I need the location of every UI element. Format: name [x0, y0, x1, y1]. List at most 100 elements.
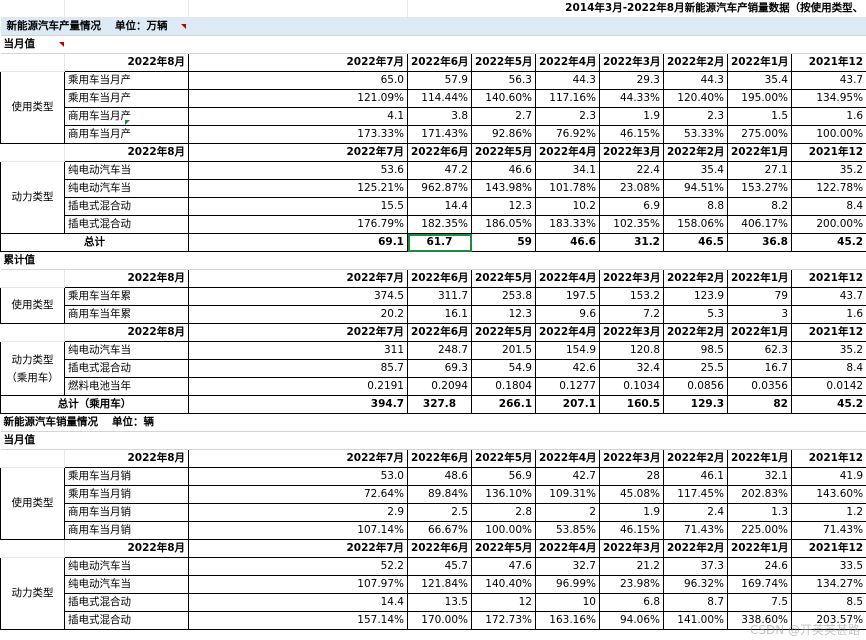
value-cell[interactable]: 96.32%: [663, 575, 728, 594]
column-header[interactable]: 2022年8月: [64, 269, 189, 288]
value-cell[interactable]: 176.79%: [188, 215, 408, 234]
value-cell[interactable]: 56.3: [471, 71, 536, 90]
value-cell[interactable]: 62.3: [727, 341, 792, 360]
value-cell[interactable]: 32.7: [535, 557, 600, 576]
column-header[interactable]: 2022年2月: [663, 53, 728, 72]
value-cell[interactable]: 2: [535, 503, 600, 522]
value-cell[interactable]: 143.60%: [790, 485, 866, 504]
value-cell[interactable]: 1.9: [599, 503, 664, 522]
value-cell[interactable]: 0.2094: [407, 377, 472, 396]
value-cell[interactable]: 143.98%: [471, 179, 536, 198]
value-cell[interactable]: 117.45%: [663, 485, 728, 504]
value-cell[interactable]: 406.17%: [727, 215, 792, 234]
value-cell[interactable]: 253.8: [471, 287, 536, 306]
value-cell[interactable]: 14.4: [188, 593, 408, 612]
column-header[interactable]: 2021年12: [790, 269, 866, 288]
value-cell[interactable]: 172.73%: [471, 611, 536, 630]
total-value[interactable]: 394.7: [188, 395, 408, 414]
column-header[interactable]: 2022年5月: [471, 53, 536, 72]
value-cell[interactable]: 195.00%: [727, 89, 792, 108]
value-cell[interactable]: 15.5: [188, 197, 408, 216]
total-value[interactable]: 160.5: [599, 395, 664, 414]
value-cell[interactable]: 89.84%: [407, 485, 472, 504]
total-value[interactable]: 61.7: [407, 233, 472, 252]
value-cell[interactable]: 1.2: [790, 503, 866, 522]
value-cell[interactable]: 32.4: [599, 359, 664, 378]
column-header[interactable]: 2022年6月: [407, 143, 472, 162]
row-label[interactable]: 纯电动汽车当: [64, 179, 189, 198]
column-header[interactable]: 2022年8月: [64, 323, 189, 342]
row-label[interactable]: 插电式混合动: [64, 593, 189, 612]
column-header[interactable]: 2022年6月: [407, 323, 472, 342]
value-cell[interactable]: 14.4: [407, 197, 472, 216]
value-cell[interactable]: 12.3: [471, 197, 536, 216]
value-cell[interactable]: 311: [188, 341, 408, 360]
value-cell[interactable]: 121.09%: [188, 89, 408, 108]
value-cell[interactable]: 16.1: [407, 305, 472, 324]
value-cell[interactable]: 120.40%: [663, 89, 728, 108]
column-header[interactable]: 2022年1月: [727, 449, 792, 468]
row-label[interactable]: 乘用车当月产: [64, 89, 189, 108]
value-cell[interactable]: 1.3: [727, 503, 792, 522]
value-cell[interactable]: 46.1: [663, 467, 728, 486]
column-header[interactable]: 2022年1月: [727, 269, 792, 288]
value-cell[interactable]: 2.4: [663, 503, 728, 522]
value-cell[interactable]: 32.1: [727, 467, 792, 486]
value-cell[interactable]: 12.3: [471, 305, 536, 324]
value-cell[interactable]: 12: [471, 593, 536, 612]
value-cell[interactable]: 201.5: [471, 341, 536, 360]
value-cell[interactable]: 28: [599, 467, 664, 486]
value-cell[interactable]: 1.6: [790, 107, 866, 126]
value-cell[interactable]: 169.74%: [727, 575, 792, 594]
total-value[interactable]: 327.8: [407, 395, 472, 414]
value-cell[interactable]: 6.9: [599, 197, 664, 216]
value-cell[interactable]: 42.7: [535, 467, 600, 486]
total-value[interactable]: 69.1: [188, 233, 408, 252]
value-cell[interactable]: 2.3: [535, 107, 600, 126]
value-cell[interactable]: 117.16%: [535, 89, 600, 108]
column-header[interactable]: 2022年2月: [663, 323, 728, 342]
value-cell[interactable]: 123.9: [663, 287, 728, 306]
row-label[interactable]: 商用车当月销: [64, 503, 189, 522]
column-header[interactable]: 2022年2月: [663, 449, 728, 468]
value-cell[interactable]: 92.86%: [471, 125, 536, 144]
column-header[interactable]: 2022年7月: [188, 323, 408, 342]
value-cell[interactable]: 3.8: [407, 107, 472, 126]
value-cell[interactable]: 0.0356: [727, 377, 792, 396]
column-header[interactable]: 2022年1月: [727, 143, 792, 162]
value-cell[interactable]: 8.2: [727, 197, 792, 216]
value-cell[interactable]: 8.8: [663, 197, 728, 216]
total-value[interactable]: 129.3: [663, 395, 728, 414]
value-cell[interactable]: 171.43%: [407, 125, 472, 144]
value-cell[interactable]: 72.64%: [188, 485, 408, 504]
column-header[interactable]: 2022年5月: [471, 143, 536, 162]
section-band-label[interactable]: 新能源汽车产量情况 单位：万辆: [0, 17, 866, 36]
value-cell[interactable]: 25.5: [663, 359, 728, 378]
row-label[interactable]: 商用车当年累: [64, 305, 189, 324]
value-cell[interactable]: 248.7: [407, 341, 472, 360]
value-cell[interactable]: 10.2: [535, 197, 600, 216]
column-header[interactable]: 2022年4月: [535, 449, 600, 468]
value-cell[interactable]: 0.0142: [790, 377, 866, 396]
column-header[interactable]: 2022年1月: [727, 323, 792, 342]
group-label[interactable]: 动力类型: [0, 161, 65, 234]
column-header[interactable]: 2021年12: [790, 539, 866, 558]
value-cell[interactable]: 121.84%: [407, 575, 472, 594]
total-value[interactable]: 45.2: [790, 395, 866, 414]
empty-cell[interactable]: [0, 143, 65, 162]
total-value[interactable]: 46.5: [663, 233, 728, 252]
value-cell[interactable]: 85.7: [188, 359, 408, 378]
value-cell[interactable]: 275.00%: [727, 125, 792, 144]
total-value[interactable]: 45.2: [790, 233, 866, 252]
value-cell[interactable]: 21.2: [599, 557, 664, 576]
empty-cell[interactable]: [0, 539, 65, 558]
value-cell[interactable]: 134.95%: [790, 89, 866, 108]
total-value[interactable]: 36.8: [727, 233, 792, 252]
column-header[interactable]: 2022年3月: [599, 539, 664, 558]
value-cell[interactable]: 13.5: [407, 593, 472, 612]
empty-cell[interactable]: [0, 53, 65, 72]
value-cell[interactable]: 47.2: [407, 161, 472, 180]
value-cell[interactable]: 43.7: [790, 287, 866, 306]
value-cell[interactable]: 45.7: [407, 557, 472, 576]
value-cell[interactable]: 134.27%: [790, 575, 866, 594]
